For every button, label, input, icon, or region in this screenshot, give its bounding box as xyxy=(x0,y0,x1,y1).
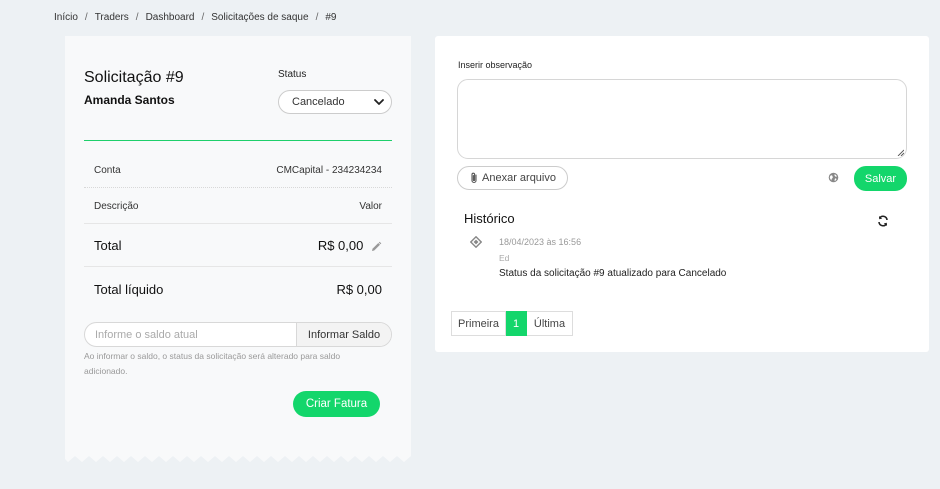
breadcrumb-separator: / xyxy=(84,12,88,23)
descricao-row: Descrição Valor xyxy=(84,189,392,224)
client-name: Amanda Santos xyxy=(84,93,175,107)
paperclip-icon xyxy=(471,172,477,184)
globe-icon[interactable] xyxy=(828,172,839,183)
informar-saldo-button[interactable]: Informar Saldo xyxy=(296,323,391,346)
breadcrumb-inicio[interactable]: Início xyxy=(54,12,78,23)
chevron-down-icon xyxy=(374,99,384,105)
page-first-button[interactable]: Primeira xyxy=(451,311,506,336)
total-row: Total R$ 0,00 xyxy=(84,225,392,267)
liquido-label: Total líquido xyxy=(94,281,164,297)
breadcrumb: Início / Traders / Dashboard / Solicitações… xyxy=(54,12,336,23)
breadcrumb-current: #9 xyxy=(325,12,337,23)
status-select[interactable]: Cancelado xyxy=(278,90,392,114)
breadcrumb-separator: / xyxy=(135,12,139,23)
breadcrumb-traders[interactable]: Traders xyxy=(95,12,129,23)
receipt-edge xyxy=(65,450,411,462)
request-summary-card: Solicitação #9 Amanda Santos Status Canc… xyxy=(65,36,411,456)
history-entry-user: Ed xyxy=(499,253,510,263)
breadcrumb-solicitacoes[interactable]: Solicitações de saque xyxy=(211,12,308,23)
total-value: R$ 0,00 xyxy=(317,238,364,253)
history-entry-icon xyxy=(470,236,482,248)
liquido-row: Total líquido R$ 0,00 xyxy=(84,268,392,310)
request-title: Solicitação #9 xyxy=(84,69,184,86)
breadcrumb-separator: / xyxy=(201,12,205,23)
saldo-hint: Ao informar o saldo, o status da solicit… xyxy=(84,351,341,376)
valor-label: Valor xyxy=(359,200,382,212)
resize-grip-icon[interactable] xyxy=(897,149,904,156)
observation-label: Inserir observação xyxy=(458,60,533,70)
page-last-button[interactable]: Última xyxy=(527,311,573,336)
observation-history-card: Inserir observação Anexar arquivo Salvar… xyxy=(435,36,929,352)
observation-textarea[interactable] xyxy=(457,79,907,159)
anexar-arquivo-label: Anexar arquivo xyxy=(482,172,556,184)
total-label: Total xyxy=(94,238,122,253)
criar-fatura-button[interactable]: Criar Fatura xyxy=(293,391,380,417)
history-entry-message: Status da solicitação #9 atualizado para… xyxy=(499,268,727,279)
saldo-input[interactable] xyxy=(85,323,296,346)
salvar-button[interactable]: Salvar xyxy=(854,166,907,191)
pencil-icon[interactable] xyxy=(370,241,382,253)
total-value-wrap: R$ 0,00 xyxy=(318,238,382,253)
pagination: Primeira 1 Última xyxy=(451,311,573,336)
refresh-icon[interactable] xyxy=(877,215,889,227)
descricao-label: Descrição xyxy=(94,200,139,212)
conta-label: Conta xyxy=(94,165,121,176)
breadcrumb-separator: / xyxy=(315,12,319,23)
conta-row: Conta CMCapital - 234234234 xyxy=(84,154,392,188)
status-select-value: Cancelado xyxy=(292,96,345,108)
anexar-arquivo-button[interactable]: Anexar arquivo xyxy=(457,166,568,190)
saldo-input-group: Informar Saldo xyxy=(84,322,392,347)
conta-value: CMCapital - 234234234 xyxy=(276,165,382,176)
status-label: Status xyxy=(278,69,307,80)
page-current-button[interactable]: 1 xyxy=(506,311,527,336)
breadcrumb-dashboard[interactable]: Dashboard xyxy=(146,12,195,23)
history-entry-date: 18/04/2023 às 16:56 xyxy=(499,237,582,247)
liquido-value: R$ 0,00 xyxy=(336,281,382,297)
divider xyxy=(84,140,392,141)
history-title: Histórico xyxy=(464,211,515,226)
